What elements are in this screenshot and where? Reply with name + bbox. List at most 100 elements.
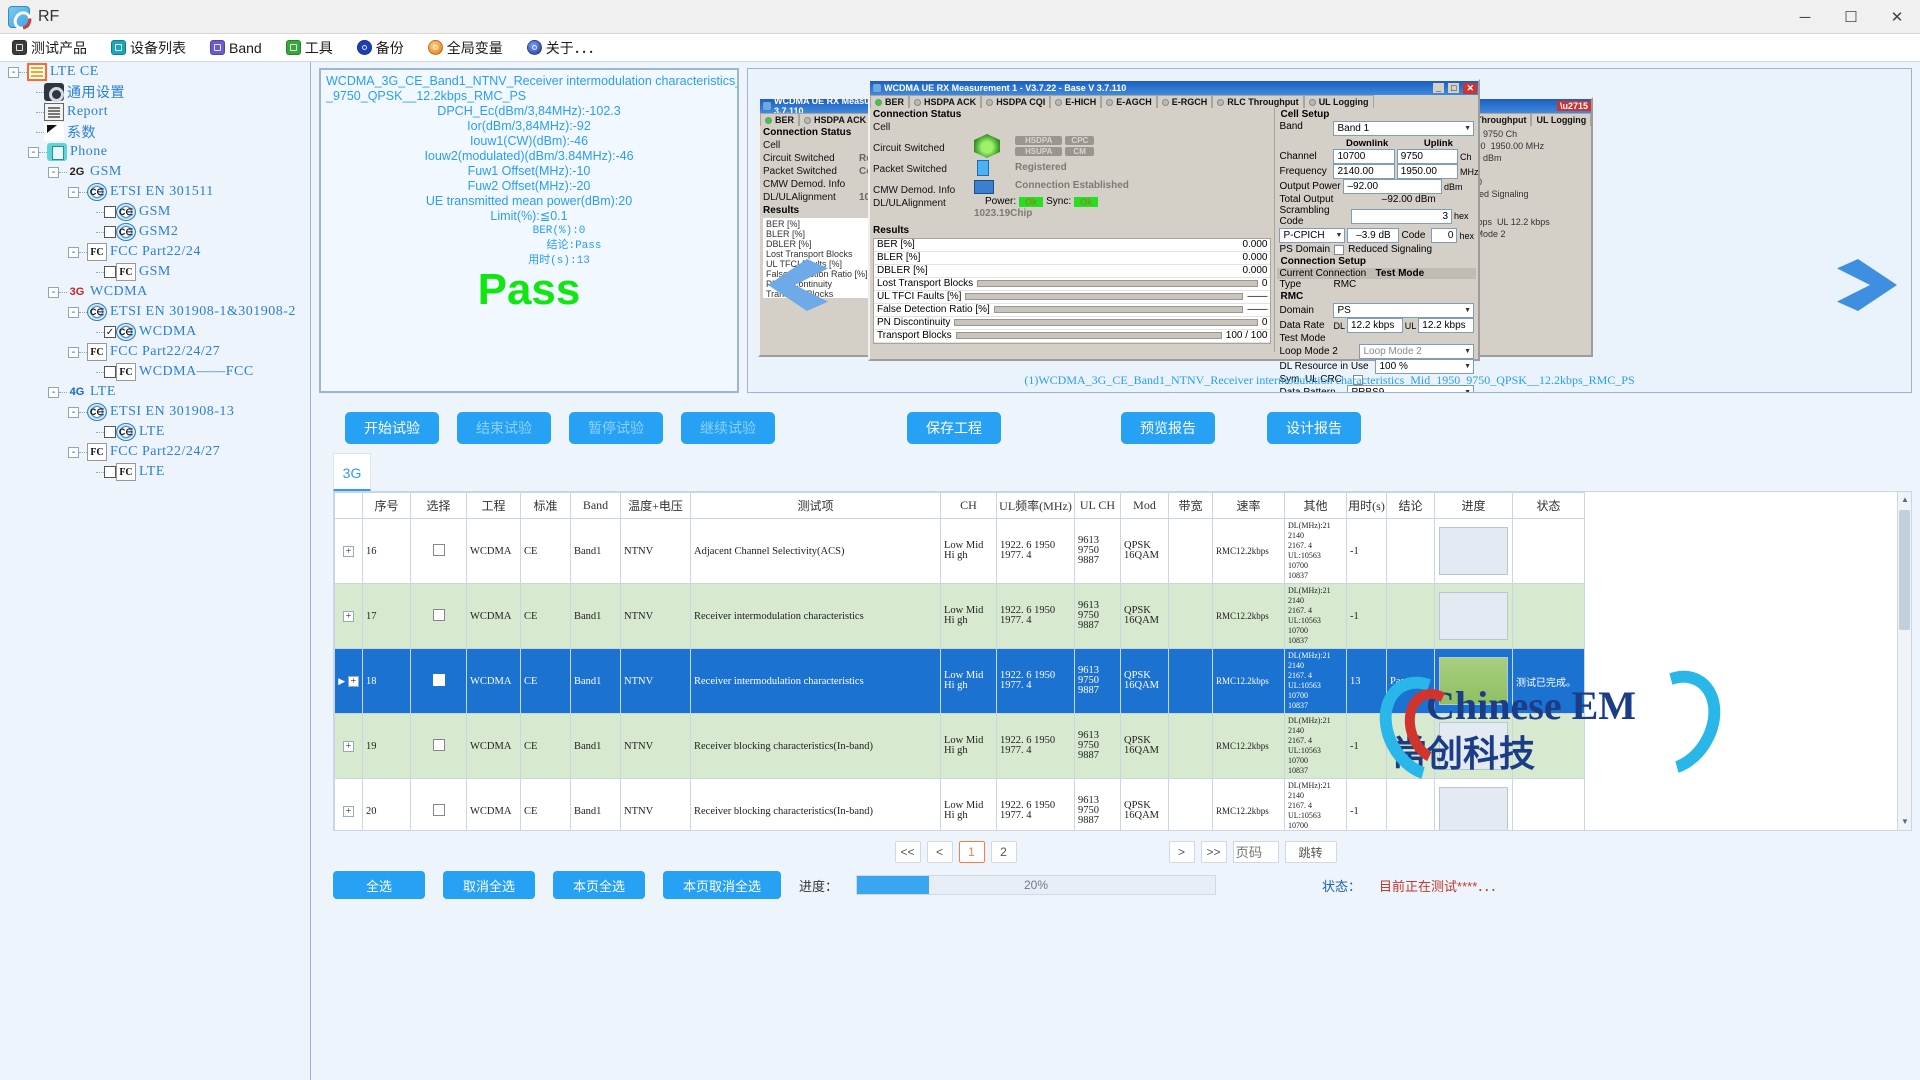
instrument-tab-ul-logging[interactable]: UL Logging (1303, 95, 1374, 108)
tree-expander[interactable]: - (68, 186, 79, 198)
table-row[interactable]: +20 WCDMA CE Band1 NTNV Receiver blocking cha… (334, 778, 1585, 830)
menu-item-test-product[interactable]: 测试产品 (8, 36, 91, 60)
row-checkbox[interactable] (432, 543, 445, 556)
expand-row-icon[interactable]: + (343, 805, 354, 817)
bg-tab-hsdpa-ack[interactable]: HSDPA ACK (799, 113, 872, 126)
tree-item-etsi-en-301511[interactable]: - ETSI EN 301511 (0, 182, 310, 202)
project-tree[interactable]: -LTE CE通用设置Report系数-Phone-2GGSM-ETSI EN … (0, 62, 311, 1080)
tree-checkbox[interactable] (104, 426, 116, 438)
column-header-17[interactable]: 进度 (1434, 492, 1513, 519)
close-icon[interactable]: ✕ (1463, 82, 1477, 94)
tree-item-fcc-part22-24[interactable]: - FCC Part22/24 (0, 242, 310, 262)
instrument-tab-ber[interactable]: BER (870, 95, 910, 108)
tree-item-wcdma[interactable]: ✓ WCDMA (0, 322, 310, 342)
minimize-button[interactable]: ─ (1782, 0, 1828, 34)
row-expander-cell[interactable]: + (334, 778, 363, 830)
tree-expander[interactable]: - (48, 166, 59, 178)
test-results-table[interactable]: 序号 选择 工程 标准 Band 温度+电压 测试项 CH UL频率(MHz) UL CH Mod 带… (333, 491, 1912, 831)
column-header-9[interactable]: UL频率(MHz) (996, 492, 1075, 519)
ps-domain-checkbox[interactable] (1334, 244, 1345, 255)
dl-resource-select[interactable]: 100 % (1375, 359, 1474, 374)
table-row[interactable]: ▶ +18 WCDMA CE Band1 NTNV Receiver intermodul… (334, 648, 1585, 714)
instrument-tab-e-rgch[interactable]: E-RGCH (1156, 95, 1213, 108)
column-header-11[interactable]: Mod (1120, 492, 1169, 519)
instrument-tab-e-hich[interactable]: E-HICH (1050, 95, 1102, 108)
tree-checkbox[interactable] (104, 366, 116, 378)
output-power-field[interactable]: –92.00 (1343, 179, 1442, 194)
tree-item-[interactable]: 通用设置 (0, 82, 310, 102)
tab-3g[interactable]: 3G (333, 453, 371, 491)
tree-item-lte[interactable]: LTE (0, 422, 310, 442)
close-icon[interactable]: \u2715 (1556, 101, 1591, 111)
menu-item-band[interactable]: Band (206, 38, 266, 58)
select-page-button[interactable]: 本页全选 (553, 871, 645, 899)
close-button[interactable]: ✕ (1874, 0, 1920, 34)
column-header-4[interactable]: 标准 (520, 492, 571, 519)
instrument-tab-hsdpa-cqi[interactable]: HSDPA CQI (981, 95, 1051, 108)
tree-item-report[interactable]: Report (0, 102, 310, 122)
tree-checkbox[interactable]: ✓ (104, 326, 116, 338)
scrambling-field[interactable]: 3 (1351, 208, 1452, 224)
menu-item-global-var[interactable]: 全局变量 (424, 36, 507, 60)
tree-item-gsm[interactable]: -2G GSM (0, 162, 310, 182)
tree-expander[interactable]: - (68, 346, 79, 358)
column-header-7[interactable]: 测试项 (690, 492, 941, 519)
band-select[interactable]: Band 1 (1333, 121, 1474, 136)
row-expander-cell[interactable]: + (334, 583, 363, 649)
row-checkbox[interactable] (432, 608, 445, 621)
instrument-tab-e-agch[interactable]: E-AGCH (1101, 95, 1157, 108)
page-first-button[interactable]: << (894, 841, 921, 863)
menu-item-tools[interactable]: 工具 (282, 36, 337, 60)
stop-test-button[interactable]: 结束试验 (457, 412, 551, 444)
channel-ul-field[interactable]: 9750 (1396, 149, 1459, 164)
start-test-button[interactable]: 开始试验 (345, 412, 439, 444)
table-row[interactable]: +19 WCDMA CE Band1 NTNV Receiver blocking cha… (334, 713, 1585, 779)
expand-row-icon[interactable]: + (343, 610, 354, 622)
code-field[interactable]: 0 (1431, 228, 1458, 243)
deselect-all-button[interactable]: 取消全选 (443, 871, 535, 899)
column-header-10[interactable]: UL CH (1074, 492, 1121, 519)
minimize-icon[interactable]: _ (1433, 83, 1445, 93)
column-header-16[interactable]: 结论 (1386, 492, 1435, 519)
column-header-1[interactable]: 序号 (362, 492, 411, 519)
column-header-14[interactable]: 其他 (1284, 492, 1347, 519)
preview-report-button[interactable]: 预览报告 (1121, 412, 1215, 444)
tree-item-etsi-en-301908-13[interactable]: - ETSI EN 301908-13 (0, 402, 310, 422)
page-1-button[interactable]: 1 (958, 841, 985, 863)
tree-checkbox[interactable] (104, 206, 116, 218)
tab-ul-logging[interactable]: UL Logging (1531, 113, 1591, 126)
row-checkbox[interactable] (432, 738, 445, 751)
data-rate-ul-field[interactable]: 12.2 kbps (1418, 318, 1475, 333)
page-jump-button[interactable]: 跳转 (1284, 841, 1337, 863)
scroll-up-icon[interactable]: ▲ (1900, 495, 1910, 505)
save-project-button[interactable]: 保存工程 (907, 412, 1001, 444)
row-select-cell[interactable] (410, 778, 467, 830)
column-header-5[interactable]: Band (570, 492, 621, 519)
maximize-button[interactable]: ☐ (1828, 0, 1874, 34)
column-header-18[interactable]: 状态 (1512, 492, 1585, 519)
row-expander-cell[interactable]: + (334, 518, 363, 584)
row-select-cell[interactable] (410, 583, 467, 649)
tree-item-etsi-en-301908-1-301908-2[interactable]: - ETSI EN 301908-1&301908-2 (0, 302, 310, 322)
tree-expander[interactable]: - (68, 306, 79, 318)
tree-expander[interactable]: - (48, 286, 59, 298)
tree-item-lte[interactable]: LTE (0, 462, 310, 482)
column-header-0[interactable] (334, 492, 363, 519)
expand-row-icon[interactable]: + (343, 545, 354, 557)
pcpich-select[interactable]: P-CPICH (1279, 228, 1346, 243)
select-all-button[interactable]: 全选 (333, 871, 425, 899)
design-report-button[interactable]: 设计报告 (1267, 412, 1361, 444)
tree-item-wcdma[interactable]: -3G WCDMA (0, 282, 310, 302)
row-select-cell[interactable] (410, 518, 467, 584)
page-jump-input[interactable] (1232, 841, 1279, 863)
tree-item-[interactable]: 系数 (0, 122, 310, 142)
table-row[interactable]: +16 WCDMA CE Band1 NTNV Adjacent Channel Sele… (334, 518, 1585, 584)
tree-checkbox[interactable] (104, 466, 116, 478)
tree-expander[interactable]: - (68, 406, 79, 418)
tree-expander[interactable]: - (68, 246, 79, 258)
menu-item-backup[interactable]: 备份 (353, 36, 408, 60)
pause-test-button[interactable]: 暂停试验 (569, 412, 663, 444)
bg-tab-ber[interactable]: BER (760, 113, 800, 126)
page-last-button[interactable]: >> (1200, 841, 1227, 863)
pcpich-value[interactable]: –3.9 dB (1347, 228, 1400, 243)
